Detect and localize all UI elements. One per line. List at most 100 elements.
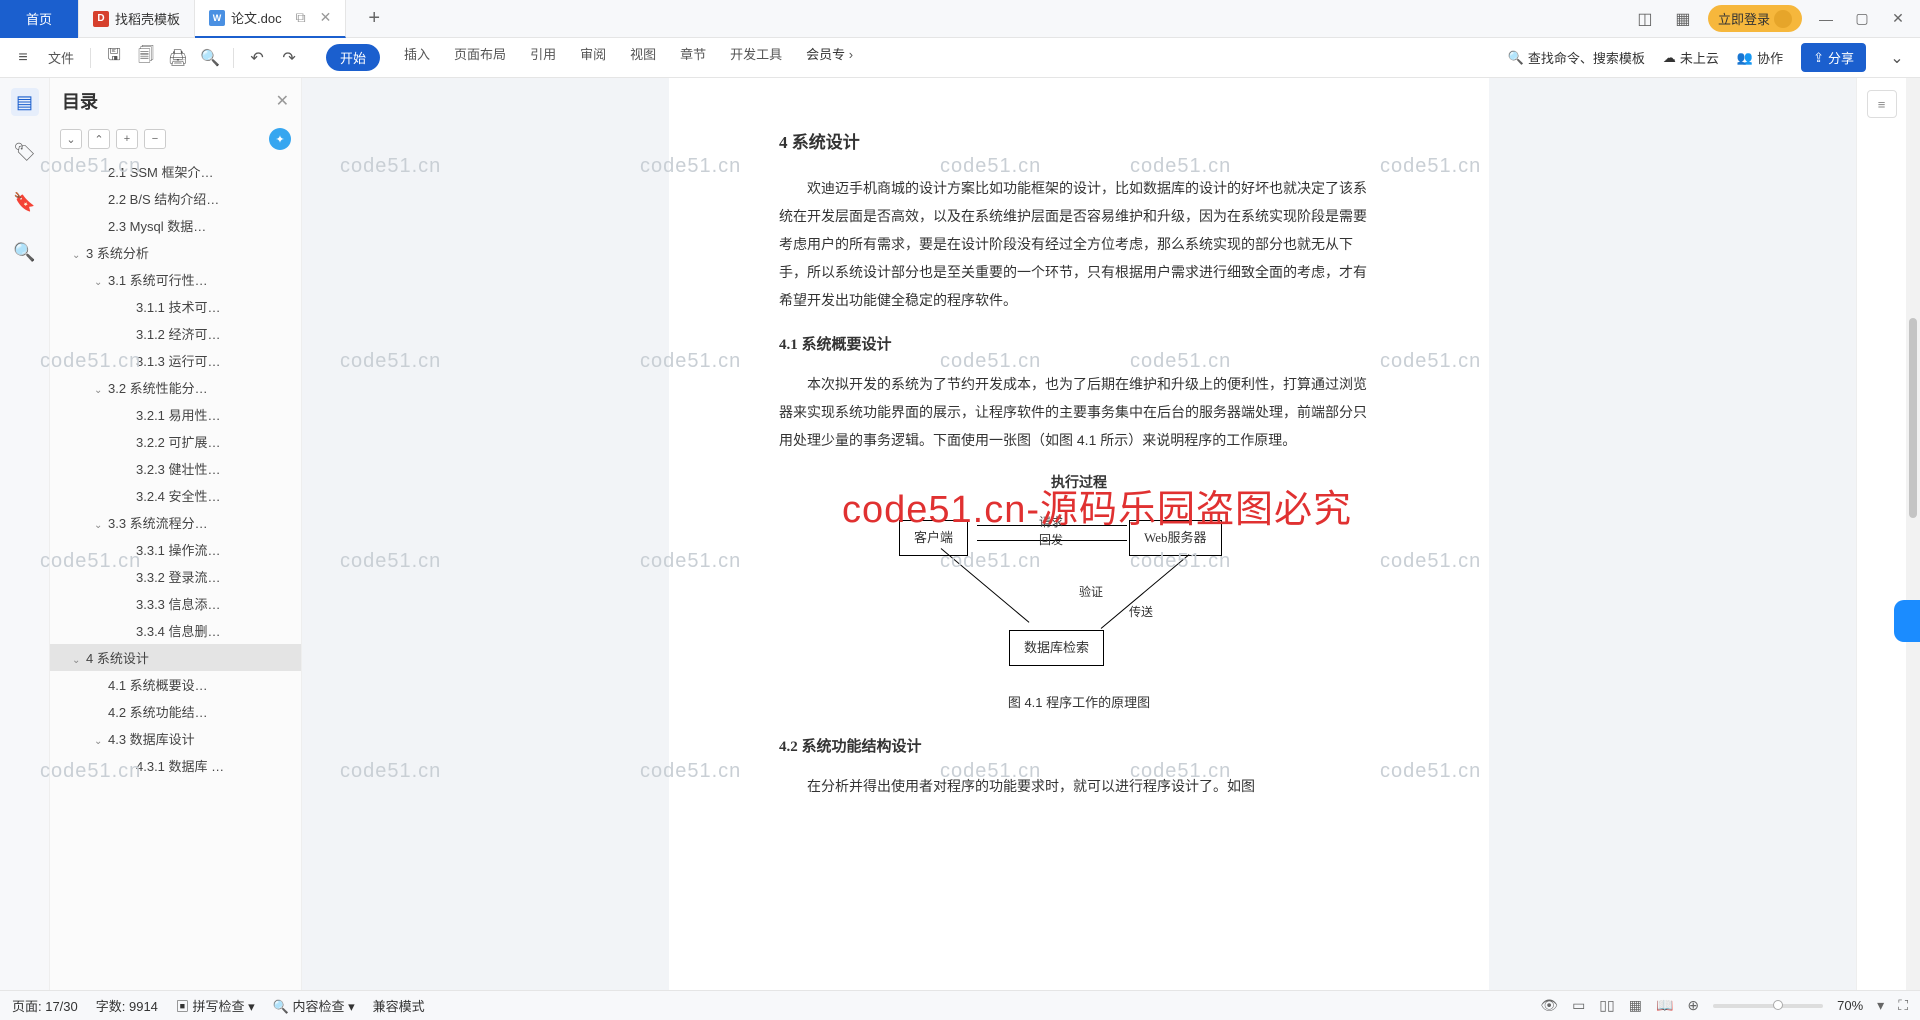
feedback-tab[interactable] [1894, 600, 1920, 642]
toc-item[interactable]: 3.2.1 易用性… [50, 401, 301, 428]
redo-icon[interactable]: ↷ [276, 45, 302, 71]
heading-4-1: 4.1 系统概要设计 [779, 330, 1379, 360]
outline-tab-icon[interactable]: ▤ [11, 88, 39, 116]
vertical-scrollbar[interactable] [1906, 78, 1920, 990]
menu-dev[interactable]: 开发工具 [730, 44, 782, 71]
toc-item[interactable]: ⌄3.1 系统可行性… [50, 266, 301, 293]
toc-item[interactable]: 4.3.1 数据库 … [50, 752, 301, 779]
toc-item[interactable]: 3.1.1 技术可… [50, 293, 301, 320]
view-read-icon[interactable]: 📖 [1656, 997, 1673, 1014]
menu-view[interactable]: 视图 [630, 44, 656, 71]
spell-check[interactable]: ▣ 拼写检查 ▾ [176, 996, 255, 1015]
zoom-slider[interactable] [1713, 1004, 1823, 1008]
fullscreen-icon[interactable]: ⛶ [1898, 997, 1908, 1014]
toc-item[interactable]: 3.2.3 健壮性… [50, 455, 301, 482]
chevron-down-icon[interactable]: ⌄ [1884, 45, 1910, 71]
bookmark-tab-icon[interactable]: 🔖 [11, 188, 39, 216]
close-tab-icon[interactable]: ✕ [320, 9, 332, 26]
toc-item[interactable]: 3.3.4 信息删… [50, 617, 301, 644]
toc-sidebar: 目录 ✕ ⌄ ⌃ + − ✦ 2.1 SSM 框架介…2.2 B/S 结构介绍…… [50, 78, 302, 990]
toc-item[interactable]: 3.3.3 信息添… [50, 590, 301, 617]
remove-item-icon[interactable]: − [144, 129, 166, 149]
word-icon: W [209, 10, 225, 26]
login-button[interactable]: 立即登录 [1708, 5, 1802, 32]
page-indicator[interactable]: 页面: 17/30 [12, 996, 78, 1015]
menu-start[interactable]: 开始 [326, 44, 380, 71]
toc-item[interactable]: 3.3.1 操作流… [50, 536, 301, 563]
close-sidebar-icon[interactable]: ✕ [276, 91, 289, 111]
print-icon[interactable]: 🖨 [165, 45, 191, 71]
add-item-icon[interactable]: + [116, 129, 138, 149]
view-web-icon[interactable]: ▦ [1629, 997, 1642, 1014]
view-mode-icon[interactable]: 👁 [1540, 997, 1558, 1014]
apps-icon[interactable]: ▦ [1670, 6, 1696, 32]
page-content: 4 系统设计 欢迪迈手机商城的设计方案比如功能框架的设计，比如数据库的设计的好坏… [669, 78, 1489, 990]
toc-item[interactable]: 2.2 B/S 结构介绍… [50, 185, 301, 212]
tag-tab-icon[interactable]: 🏷 [11, 138, 39, 166]
assistant-icon[interactable]: ✦ [269, 128, 291, 150]
duplicate-tab-icon[interactable]: ⧉ [296, 9, 306, 26]
right-panel: ≡ [1856, 78, 1906, 990]
zoom-dropdown-icon[interactable]: ▾ [1877, 997, 1884, 1014]
search-tab-icon[interactable]: 🔍 [11, 238, 39, 266]
collapse-all-icon[interactable]: ⌄ [60, 129, 82, 149]
menu-review[interactable]: 审阅 [580, 44, 606, 71]
menu-bar: 开始 插入 页面布局 引用 审阅 视图 章节 开发工具 会员专 › [326, 44, 853, 71]
paragraph: 欢迪迈手机商城的设计方案比如功能框架的设计，比如数据库的设计的好坏也就决定了该系… [779, 174, 1379, 314]
share-button[interactable]: ⇪分享 [1801, 43, 1866, 72]
file-menu[interactable]: 文件 [42, 48, 80, 67]
toc-item[interactable]: 3.2.4 安全性… [50, 482, 301, 509]
coop-icon: 👥 [1737, 50, 1753, 66]
zoom-reset-icon[interactable]: ⊕ [1687, 997, 1699, 1014]
diagram: 客户端 Web服务器 数据库检索 请求 回发 验证 传送 [869, 510, 1289, 680]
save-icon[interactable]: 🖫 [101, 45, 127, 71]
tab-template[interactable]: D 找稻壳模板 [79, 0, 195, 38]
view-single-icon[interactable]: ▭ [1572, 997, 1585, 1014]
scrollbar-thumb[interactable] [1909, 318, 1917, 518]
toc-item[interactable]: ⌄3.3 系统流程分… [50, 509, 301, 536]
toc-item[interactable]: 4.1 系统概要设… [50, 671, 301, 698]
expand-all-icon[interactable]: ⌃ [88, 129, 110, 149]
layout-icon[interactable]: ◫ [1632, 6, 1658, 32]
toc-item[interactable]: 3.1.3 运行可… [50, 347, 301, 374]
heading-4-2: 4.2 系统功能结构设计 [779, 732, 1379, 762]
toc-item[interactable]: ⌄4 系统设计 [50, 644, 301, 671]
content-check[interactable]: 🔍 内容检查 ▾ [273, 996, 355, 1015]
undo-icon[interactable]: ↶ [244, 45, 270, 71]
tab-document[interactable]: W 论文.doc ⧉ ✕ [195, 0, 346, 38]
save-as-icon[interactable]: 🗐 [133, 45, 159, 71]
preview-icon[interactable]: 🔍 [197, 45, 223, 71]
close-window-icon[interactable]: ✕ [1886, 10, 1910, 27]
cloud-status[interactable]: ☁未上云 [1663, 48, 1719, 67]
zoom-value[interactable]: 70% [1837, 998, 1863, 1013]
tab-home[interactable]: 首页 [0, 0, 79, 38]
menu-reference[interactable]: 引用 [530, 44, 556, 71]
coop-button[interactable]: 👥协作 [1737, 48, 1783, 67]
zoom-knob[interactable] [1773, 1000, 1783, 1010]
new-tab[interactable]: + [346, 0, 402, 38]
word-count[interactable]: 字数: 9914 [96, 996, 158, 1015]
toc-item[interactable]: 4.2 系统功能结… [50, 698, 301, 725]
menu-chapter[interactable]: 章节 [680, 44, 706, 71]
toc-item[interactable]: 2.1 SSM 框架介… [50, 158, 301, 185]
toc-item[interactable]: ⌄3 系统分析 [50, 239, 301, 266]
panel-toggle-icon[interactable]: ≡ [1867, 90, 1897, 118]
menu-insert[interactable]: 插入 [404, 44, 430, 71]
maximize-icon[interactable]: ▢ [1850, 10, 1874, 27]
menu-icon[interactable]: ≡ [10, 45, 36, 71]
view-pages-icon[interactable]: ▯▯ [1599, 997, 1614, 1014]
toc-item[interactable]: 3.3.2 登录流… [50, 563, 301, 590]
toc-item[interactable]: 2.3 Mysql 数据… [50, 212, 301, 239]
toc-item[interactable]: ⌄4.3 数据库设计 [50, 725, 301, 752]
toc-item[interactable]: 3.2.2 可扩展… [50, 428, 301, 455]
document-area: 📄▾ 4 系统设计 欢迪迈手机商城的设计方案比如功能框架的设计，比如数据库的设计… [302, 78, 1856, 990]
toc-item[interactable]: 3.1.2 经济可… [50, 320, 301, 347]
search-box[interactable]: 🔍查找命令、搜索模板 [1508, 48, 1645, 67]
toc-item[interactable]: ⌄3.2 系统性能分… [50, 374, 301, 401]
plus-icon: + [360, 7, 388, 30]
menu-layout[interactable]: 页面布局 [454, 44, 506, 71]
menu-member[interactable]: 会员专 › [806, 44, 853, 71]
minimize-icon[interactable]: — [1814, 11, 1838, 27]
diagram-caption: 图 4.1 程序工作的原理图 [779, 690, 1379, 716]
paragraph: 在分析并得出使用者对程序的功能要求时，就可以进行程序设计了。如图 [779, 772, 1379, 800]
